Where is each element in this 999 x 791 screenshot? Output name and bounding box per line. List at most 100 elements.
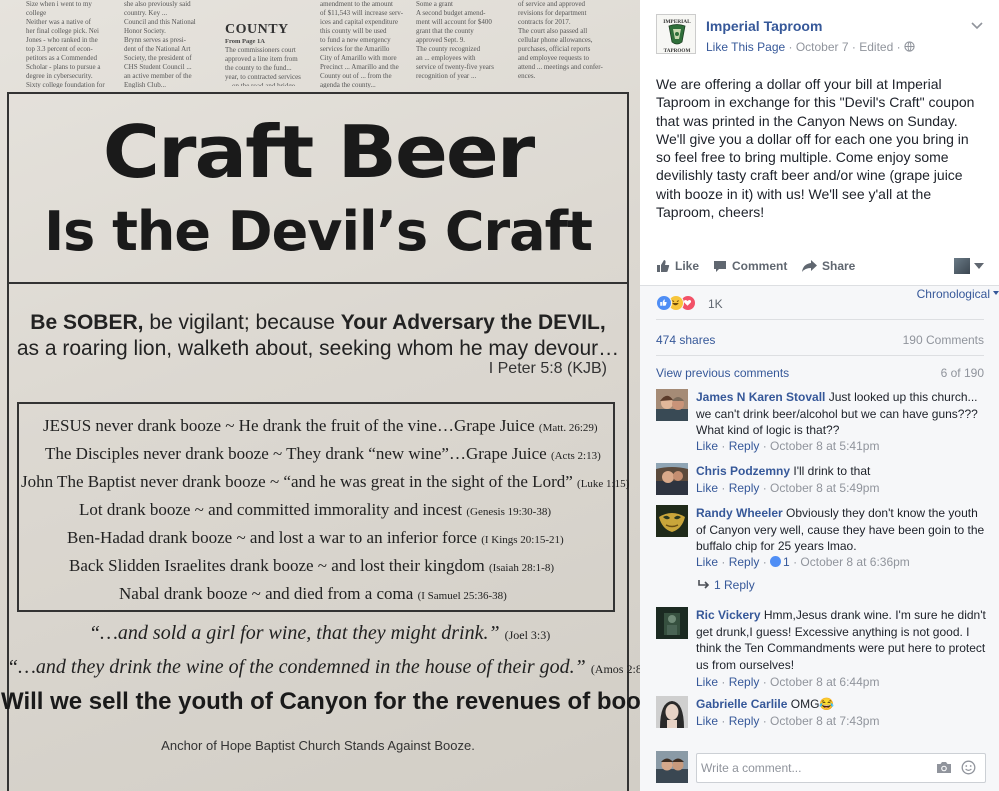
comment-like-link[interactable]: Like (696, 675, 718, 689)
ad-box-line: Lot drank booze ~ and committed immorali… (79, 500, 551, 519)
comment-body: Chris Podzemny I'll drink to that (696, 463, 986, 480)
view-replies-link[interactable]: 1 Reply (714, 578, 755, 592)
commenter-avatar[interactable] (656, 505, 688, 537)
newspaper-text-line: County out of ... from the (320, 72, 392, 80)
newspaper-text-line: Neither was a native of (26, 18, 91, 26)
comment-reaction-count[interactable]: 1 (783, 555, 790, 569)
like-button[interactable]: Like (656, 259, 699, 273)
newspaper-text-line: of $11,543 will increase serv- (320, 9, 404, 17)
newspaper-text-line: petitors as a Commended (26, 54, 97, 62)
ad-box-line: Nabal drank booze ~ and died from a coma… (119, 584, 507, 603)
newspaper-text-line: and employee requests to (518, 54, 589, 62)
comment-reply-link[interactable]: Reply (729, 675, 760, 689)
church-advertisement: Craft Beer Is the Devil’s Craft Be SOBER… (1, 92, 640, 791)
newspaper-text-line: Jones - who ranked in the (26, 36, 98, 44)
post-date-link[interactable]: October 7 (796, 40, 849, 54)
newspaper-text-line: dent of the National Art (124, 45, 191, 53)
newspaper-text-line: cellular phone allowances, (518, 36, 593, 44)
comment-actions: Like · Reply · October 8 at 6:44pm (696, 675, 880, 689)
newspaper-text-line: services for the Amarillo (320, 45, 390, 53)
comment-sort-dropdown[interactable]: Chronological (917, 287, 999, 301)
current-user-avatar[interactable] (656, 751, 688, 783)
commenter-name-link[interactable]: Gabrielle Carlile (696, 697, 787, 711)
globe-icon (904, 41, 915, 52)
reaction-icons (656, 295, 696, 311)
commenter-name-link[interactable]: Chris Podzemny (696, 464, 790, 478)
thumbs-up-icon (657, 260, 670, 272)
divider (656, 319, 984, 320)
commenter-name-link[interactable]: James N Karen Stovall (696, 390, 825, 404)
commenter-avatar[interactable] (656, 607, 688, 639)
like-reaction-icon (656, 295, 672, 311)
emoji-smiley-icon[interactable] (961, 760, 976, 775)
edited-label[interactable]: Edited (859, 40, 893, 54)
ad-box-line: JESUS never drank booze ~ He drank the f… (43, 416, 598, 435)
post-as-avatar[interactable] (954, 258, 970, 274)
newspaper-text-line: amendment to the amount (320, 0, 393, 8)
comment-like-link[interactable]: Like (696, 481, 718, 495)
meta-separator: · (848, 40, 860, 54)
comment-item: Chris Podzemny I'll drink to that Like ·… (656, 463, 986, 497)
view-previous-comments-link[interactable]: View previous comments (656, 366, 789, 380)
caret-down-icon[interactable] (974, 263, 984, 269)
newspaper-text-line: Some a grant (416, 0, 453, 8)
ad-verse-bold-2: Your Adversary the DEVIL, (340, 311, 606, 334)
comment-like-link[interactable]: Like (696, 555, 718, 569)
comment-timestamp[interactable]: October 8 at 6:44pm (770, 675, 879, 689)
shares-link[interactable]: 474 shares (656, 333, 715, 347)
newspaper-text-line: to fund a new emergency (320, 36, 391, 44)
comment-actions: Like · Reply · 1 · October 8 at 6:36pm (696, 555, 910, 569)
newspaper-text-line: City of Amarillo with more (320, 54, 397, 62)
commenter-name-link[interactable]: Ric Vickery (696, 608, 761, 622)
newspaper-text-line: recognition of year ... (416, 72, 477, 80)
newspaper-text-line: grant that the county (416, 27, 474, 35)
comment-reply-link[interactable]: Reply (729, 555, 760, 569)
comment-reply-link[interactable]: Reply (729, 439, 760, 453)
newspaper-text-line: The county recognized (416, 45, 481, 53)
post-panel: IMPERIAL TAPROOM Imperial Taproom Like T… (640, 0, 999, 791)
ad-quote-2: “…and they drink the wine of the condemn… (7, 656, 640, 678)
newspaper-text-line: year, to contracted services (225, 73, 301, 81)
comments-count-link[interactable]: 190 Comments (903, 333, 984, 347)
camera-icon[interactable] (936, 761, 952, 774)
chevron-down-icon[interactable] (970, 18, 984, 32)
newspaper-column: The commissioners court approved a line i… (225, 46, 315, 86)
ad-title-line-1: Craft Beer (102, 111, 535, 195)
newspaper-text-line: country. Key ... (124, 9, 168, 17)
svg-text:TAPROOM: TAPROOM (664, 48, 691, 54)
newspaper-text-line: Society, the president of (124, 54, 192, 62)
commenter-name-link[interactable]: Randy Wheeler (696, 506, 783, 520)
like-page-link[interactable]: Like This Page (706, 40, 785, 54)
commenter-avatar[interactable] (656, 389, 688, 421)
comment-timestamp[interactable]: October 8 at 6:36pm (800, 555, 909, 569)
comment-body: Randy Wheeler Obviously they don't know … (696, 505, 986, 555)
newspaper-text-line: The commissioners court (225, 46, 296, 54)
commenter-avatar[interactable] (656, 696, 688, 728)
newspaper-text-line: approved Sept. 9. (416, 36, 465, 44)
ad-quote-1: “…and sold a girl for wine, that they mi… (89, 622, 551, 644)
ad-bible-verse: Be SOBER, be vigilant; because Your Adve… (9, 310, 627, 362)
comment-composer (656, 751, 986, 785)
page-avatar[interactable]: IMPERIAL TAPROOM (656, 14, 696, 54)
comments-section: 1K Chronological 474 shares 190 Comments… (640, 285, 999, 791)
newspaper-text-line: she also previously said (124, 0, 191, 8)
comment-button[interactable]: Comment (713, 259, 787, 273)
share-button[interactable]: Share (802, 259, 855, 273)
newspaper-text-line: this county will be used (320, 27, 387, 35)
comment-timestamp[interactable]: October 8 at 7:43pm (770, 714, 879, 728)
comment-reply-link[interactable]: Reply (729, 481, 760, 495)
comment-timestamp[interactable]: October 8 at 5:41pm (770, 439, 879, 453)
page-name-link[interactable]: Imperial Taproom (706, 18, 822, 34)
comment-timestamp[interactable]: October 8 at 5:49pm (770, 481, 879, 495)
comment-item: Ric Vickery Hmm,Jesus drank wine. I'm su… (656, 607, 986, 689)
meta-separator: · (785, 40, 796, 54)
comment-reply-link[interactable]: Reply (729, 714, 760, 728)
comment-like-link[interactable]: Like (696, 439, 718, 453)
previous-comments-count: 6 of 190 (940, 366, 984, 380)
post-photo[interactable]: Size when i went to my college Neither was… (0, 0, 640, 791)
comment-like-link[interactable]: Like (696, 714, 718, 728)
commenter-avatar[interactable] (656, 463, 688, 495)
ad-verse-reference: I Peter 5:8 (KJB) (488, 360, 607, 377)
comment-button-label: Comment (732, 259, 788, 273)
ad-divider (9, 282, 627, 284)
